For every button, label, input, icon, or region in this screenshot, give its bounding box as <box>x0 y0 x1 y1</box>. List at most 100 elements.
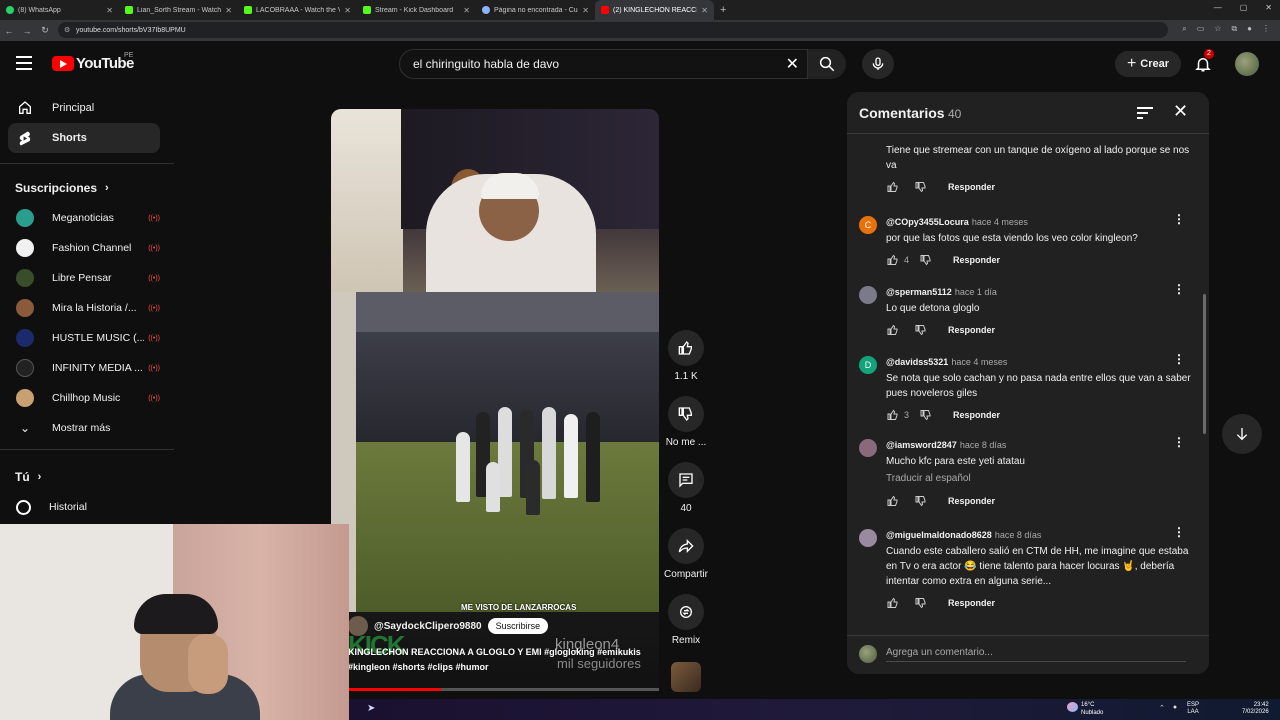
comments-button[interactable]: 40 <box>661 462 711 514</box>
comment-author[interactable]: @miguelmaldonado8628 hace 8 días <box>886 530 1041 540</box>
sidebar-item-home[interactable]: Principal <box>8 93 160 123</box>
browser-tab[interactable]: Stream - Kick Dashboard ✕ <box>357 0 476 20</box>
close-icon[interactable]: ✕ <box>1173 101 1188 122</box>
browser-tab[interactable]: Lian_Sorth Stream - Watch Live✕ <box>119 0 238 20</box>
close-tab-icon[interactable]: ✕ <box>106 6 113 15</box>
comment-author[interactable]: @COpy3455Locura hace 4 meses <box>886 217 1028 227</box>
comment-author[interactable]: @iamsword2847 hace 8 días <box>886 440 1006 450</box>
close-tab-icon[interactable]: ✕ <box>701 6 708 15</box>
scrollbar-thumb[interactable] <box>1203 294 1206 434</box>
video-progress-bar[interactable] <box>348 688 659 691</box>
site-info-icon[interactable]: ⚙ <box>64 26 70 34</box>
back-icon[interactable]: ← <box>0 26 18 36</box>
show-more-button[interactable]: ⌄ Mostrar más <box>8 413 160 443</box>
thumbs-up-icon[interactable] <box>886 181 900 193</box>
commenter-avatar[interactable] <box>859 529 877 547</box>
notifications-button[interactable]: 2 <box>1194 49 1214 79</box>
more-options-icon[interactable]: ⋮ <box>1173 436 1185 448</box>
reply-button[interactable]: Responder <box>953 255 1000 265</box>
translate-link[interactable]: Traducir al español <box>886 473 971 484</box>
video-title[interactable]: KINGLECHON REACCIONA A GLOGLO Y EMI #glo… <box>348 645 648 675</box>
more-options-icon[interactable]: ⋮ <box>1173 526 1185 538</box>
thumbs-up-icon[interactable] <box>886 597 900 609</box>
thumbs-up-icon[interactable] <box>886 495 900 507</box>
youtube-logo[interactable]: YouTube PE <box>52 52 134 72</box>
subscription-item[interactable]: INFINITY MEDIA ... ((•)) <box>8 353 160 383</box>
subscription-item[interactable]: Libre Pensar ((•)) <box>8 263 160 293</box>
reply-button[interactable]: Responder <box>948 325 995 335</box>
thumbs-down-icon[interactable] <box>919 409 933 421</box>
subscription-item[interactable]: Chillhop Music ((•)) <box>8 383 160 413</box>
sidebar-item-shorts[interactable]: Shorts <box>8 123 160 153</box>
channel-handle[interactable]: @SaydockClipero9880 <box>374 621 482 632</box>
next-video-button[interactable] <box>1222 414 1262 454</box>
browser-tab-active[interactable]: (2) KINGLECHON REACCIONA✕ <box>595 0 714 20</box>
thumbs-up-icon[interactable] <box>886 409 900 421</box>
browser-tab[interactable]: LACOBRAAA - Watch the Video✕ <box>238 0 357 20</box>
share-button[interactable]: Compartir <box>661 528 711 580</box>
thumbs-down-icon[interactable] <box>914 324 928 336</box>
commenter-avatar[interactable]: D <box>859 356 877 374</box>
zoom-icon[interactable]: ⌕ <box>1182 24 1186 34</box>
subscription-item[interactable]: Meganoticias ((•)) <box>8 203 160 233</box>
reload-icon[interactable]: ↻ <box>36 25 54 36</box>
dislike-button[interactable]: No me ... <box>661 396 711 448</box>
forward-icon[interactable]: → <box>18 26 36 36</box>
create-button[interactable]: + Crear <box>1115 51 1181 77</box>
commenter-avatar[interactable] <box>859 286 877 304</box>
minimize-icon[interactable]: — <box>1214 3 1222 12</box>
reply-button[interactable]: Responder <box>948 496 995 506</box>
close-tab-icon[interactable]: ✕ <box>582 6 589 15</box>
tray-chevron-icon[interactable]: ⌃ <box>1159 704 1165 712</box>
cast-icon[interactable]: ▭ <box>1197 24 1205 34</box>
menu-icon[interactable] <box>16 56 32 70</box>
remix-button[interactable]: Remix <box>661 594 711 646</box>
chrome-menu-icon[interactable]: ⋮ <box>1262 24 1270 34</box>
maximize-icon[interactable]: ▢ <box>1240 3 1248 12</box>
thumbs-down-icon[interactable] <box>919 254 933 266</box>
like-button[interactable]: 1.1 K <box>661 330 711 382</box>
thumbs-down-icon[interactable] <box>914 597 928 609</box>
search-input[interactable]: el chiringuito habla de davo ✕ <box>399 49 808 79</box>
add-comment-input[interactable]: Agrega un comentario... <box>886 647 1186 662</box>
close-window-icon[interactable]: ✕ <box>1265 3 1272 12</box>
more-options-icon[interactable]: ⋮ <box>1173 353 1185 365</box>
more-options-icon[interactable]: ⋮ <box>1173 283 1185 295</box>
search-button[interactable] <box>808 49 846 79</box>
browser-tab[interactable]: (8) WhatsApp ✕ <box>0 0 119 20</box>
new-tab-icon[interactable]: + <box>720 4 726 16</box>
weather-widget[interactable]: 16°C Nublado <box>1067 701 1103 717</box>
language-indicator[interactable]: ESP LAA <box>1187 702 1199 716</box>
subscriptions-heading[interactable]: Suscripciones › <box>15 181 109 195</box>
sound-thumbnail[interactable] <box>671 662 701 692</box>
close-tab-icon[interactable]: ✕ <box>344 6 351 15</box>
subscribe-button[interactable]: Suscribirse <box>487 618 549 634</box>
taskbar-clock[interactable]: 23:42 7/02/2026 <box>1242 702 1269 716</box>
clear-search-icon[interactable]: ✕ <box>786 54 799 74</box>
app-icon[interactable]: ➤ <box>367 703 375 714</box>
comment-author[interactable]: @sperman5112 hace 1 día <box>886 287 997 297</box>
sort-icon[interactable] <box>1137 106 1153 124</box>
reply-button[interactable]: Responder <box>948 182 995 192</box>
channel-avatar[interactable] <box>348 616 368 636</box>
browser-tab[interactable]: Página no encontrada - Cuevana ✕ <box>476 0 595 20</box>
profile-icon[interactable]: ● <box>1247 24 1252 34</box>
sidebar-item-history[interactable]: Historial <box>8 492 160 522</box>
mic-tray-icon[interactable]: ● <box>1173 704 1177 712</box>
subscription-item[interactable]: Fashion Channel ((•)) <box>8 233 160 263</box>
thumbs-up-icon[interactable] <box>886 324 900 336</box>
close-tab-icon[interactable]: ✕ <box>225 6 232 15</box>
more-options-icon[interactable]: ⋮ <box>1173 213 1185 225</box>
commenter-avatar[interactable] <box>859 439 877 457</box>
commenter-avatar[interactable]: C <box>859 216 877 234</box>
subscription-item[interactable]: Mira la Historia /... ((•)) <box>8 293 160 323</box>
thumbs-down-icon[interactable] <box>914 495 928 507</box>
comments-scrollbar[interactable] <box>1203 134 1206 628</box>
extensions-icon[interactable]: ⧉ <box>1231 24 1237 34</box>
bookmark-star-icon[interactable]: ☆ <box>1214 24 1221 34</box>
address-bar[interactable]: ⚙ youtube.com/shorts/bV37Ib8UPMU <box>58 22 1168 38</box>
account-avatar[interactable] <box>1235 52 1259 76</box>
reply-button[interactable]: Responder <box>953 410 1000 420</box>
you-heading[interactable]: Tú › <box>15 470 41 484</box>
comment-author[interactable]: @davidss5321 hace 4 meses <box>886 357 1007 367</box>
